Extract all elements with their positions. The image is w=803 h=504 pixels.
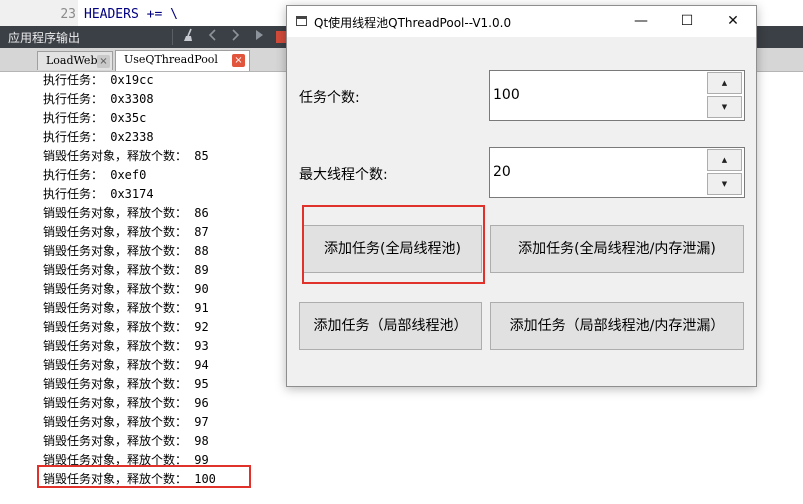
- output-line: 执行任务： 0x3174: [43, 187, 154, 201]
- max-threads-value[interactable]: 20: [493, 148, 511, 197]
- output-line: 销毁任务对象，释放个数： 86: [43, 206, 209, 220]
- play-icon-graphic: [256, 30, 263, 40]
- stop-icon[interactable]: [276, 31, 286, 43]
- chevron-right-icon[interactable]: [226, 28, 244, 46]
- task-count-label: 任务个数:: [299, 90, 360, 106]
- broom-icon-graphic: [184, 28, 192, 41]
- output-line: 销毁任务对象，释放个数： 95: [43, 377, 209, 391]
- output-line: 销毁任务对象，释放个数： 96: [43, 396, 209, 410]
- output-line: 执行任务： 0xef0: [43, 168, 147, 182]
- spin-down-button[interactable]: ▼: [707, 173, 742, 195]
- spin-down-button[interactable]: ▼: [707, 96, 742, 118]
- tab-label: LoadWeb: [46, 54, 98, 67]
- output-line: 执行任务： 0x35c: [43, 111, 147, 125]
- output-line: 销毁任务对象，释放个数： 88: [43, 244, 209, 258]
- highlight-annotation: [302, 205, 485, 284]
- output-line: 销毁任务对象，释放个数： 89: [43, 263, 209, 277]
- play-icon[interactable]: [250, 28, 268, 46]
- spin-up-button[interactable]: ▲: [707, 72, 742, 94]
- minimize-button[interactable]: —: [618, 6, 664, 37]
- add-task-global-leak-button[interactable]: 添加任务(全局线程池/内存泄漏): [490, 225, 744, 273]
- dialog-titlebar[interactable]: Qt使用线程池QThreadPool--V1.0.0 — ☐ ✕: [287, 6, 756, 37]
- tab-loadweb[interactable]: LoadWeb ×: [37, 51, 113, 70]
- tab-label: UseQThreadPool: [124, 53, 218, 66]
- task-count-spinbox[interactable]: 100 ▲ ▼: [489, 70, 745, 121]
- editor-gutter: 23: [0, 0, 78, 26]
- line-number: 23: [60, 7, 76, 22]
- output-line: 销毁任务对象，释放个数： 98: [43, 434, 209, 448]
- close-button[interactable]: ✕: [710, 6, 756, 37]
- broom-icon[interactable]: [180, 28, 198, 46]
- output-line: 执行任务： 0x19cc: [43, 73, 154, 87]
- maximize-button[interactable]: ☐: [664, 6, 710, 37]
- chevron-right-icon-graphic: [232, 29, 240, 41]
- output-line: 销毁任务对象，释放个数： 85: [43, 149, 209, 163]
- threadpool-dialog: Qt使用线程池QThreadPool--V1.0.0 — ☐ ✕ 任务个数: 1…: [286, 5, 757, 387]
- highlight-annotation: [37, 465, 251, 488]
- close-icon[interactable]: ×: [97, 55, 110, 68]
- output-line: 销毁任务对象，释放个数： 91: [43, 301, 209, 315]
- output-line: 销毁任务对象，释放个数： 92: [43, 320, 209, 334]
- output-line: 销毁任务对象，释放个数： 94: [43, 358, 209, 372]
- window-title: Qt使用线程池QThreadPool--V1.0.0: [314, 16, 512, 30]
- output-line: 执行任务： 0x3308: [43, 92, 154, 106]
- output-line: 销毁任务对象，释放个数： 93: [43, 339, 209, 353]
- chevron-left-icon-graphic: [208, 29, 216, 41]
- add-task-local-leak-button[interactable]: 添加任务（局部线程池/内存泄漏）: [490, 302, 744, 350]
- tab-useqthreadpool[interactable]: UseQThreadPool ×: [115, 50, 250, 71]
- output-pane-title: 应用程序输出: [8, 31, 81, 45]
- spin-up-button[interactable]: ▲: [707, 149, 742, 171]
- toolbar-separator: [172, 29, 173, 45]
- chevron-left-icon[interactable]: [204, 28, 222, 46]
- output-line: 执行任务： 0x2338: [43, 130, 154, 144]
- task-count-value[interactable]: 100: [493, 71, 520, 120]
- add-task-local-button[interactable]: 添加任务（局部线程池）: [299, 302, 482, 350]
- window-icon: [296, 16, 307, 26]
- close-icon[interactable]: ×: [232, 54, 245, 67]
- output-line: 销毁任务对象，释放个数： 87: [43, 225, 209, 239]
- code-line[interactable]: HEADERS += \: [84, 7, 178, 22]
- max-threads-label: 最大线程个数:: [299, 167, 388, 183]
- output-line: 销毁任务对象，释放个数： 97: [43, 415, 209, 429]
- output-line: 销毁任务对象，释放个数： 90: [43, 282, 209, 296]
- max-threads-spinbox[interactable]: 20 ▲ ▼: [489, 147, 745, 198]
